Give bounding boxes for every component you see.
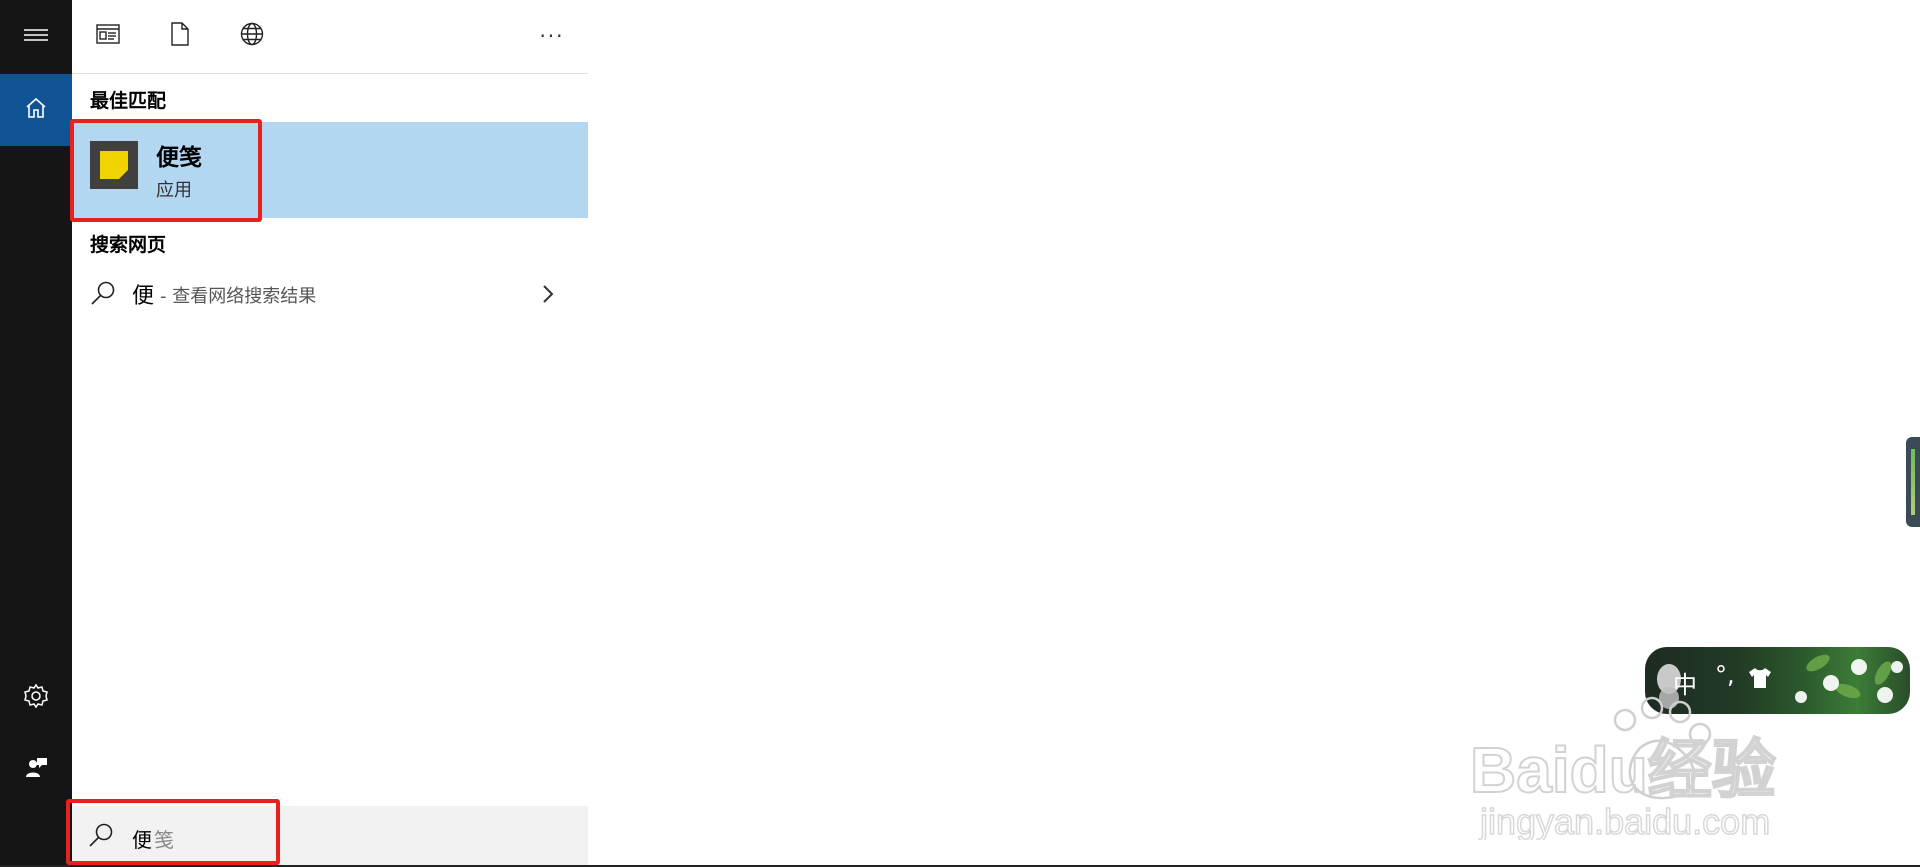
web-search-heading: 搜索网页 bbox=[90, 234, 167, 256]
menu-icon bbox=[24, 27, 48, 46]
feedback-icon bbox=[24, 756, 48, 784]
edge-handle[interactable] bbox=[1906, 437, 1920, 527]
chevron-right-icon bbox=[542, 284, 554, 308]
search-icon bbox=[90, 280, 116, 310]
web-query: 便 bbox=[132, 284, 155, 309]
web-icon bbox=[240, 22, 264, 50]
settings-icon bbox=[23, 683, 49, 713]
filter-documents[interactable] bbox=[160, 16, 200, 56]
feedback-button[interactable] bbox=[0, 734, 72, 806]
apps-icon bbox=[96, 24, 120, 48]
settings-button[interactable] bbox=[0, 662, 72, 734]
highlight-best-match bbox=[70, 119, 262, 222]
more-options-button[interactable]: ··· bbox=[532, 16, 572, 56]
ime-mode-toggle[interactable]: 中 bbox=[1673, 665, 1697, 700]
more-icon: ··· bbox=[539, 24, 565, 48]
ime-toolbar[interactable]: 中 °, bbox=[1645, 647, 1910, 714]
watermark-url: jingyan.baidu.com bbox=[1479, 801, 1770, 840]
web-search-result[interactable]: 便 - 查看网络搜索结果 bbox=[72, 272, 588, 314]
filter-web[interactable] bbox=[232, 16, 272, 56]
web-query-suffix: - 查看网络搜索结果 bbox=[160, 286, 317, 307]
filter-apps[interactable] bbox=[88, 16, 128, 56]
menu-button[interactable] bbox=[0, 0, 72, 72]
home-button[interactable] bbox=[0, 74, 72, 146]
best-match-heading: 最佳匹配 bbox=[90, 90, 167, 112]
highlight-search-box bbox=[66, 799, 280, 865]
home-icon bbox=[24, 96, 48, 124]
documents-icon bbox=[170, 22, 190, 50]
ime-punctuation-toggle[interactable]: °, bbox=[1715, 661, 1735, 689]
filter-bar: ··· bbox=[72, 0, 588, 74]
left-rail bbox=[0, 0, 72, 867]
watermark-brand: Baidu经验 bbox=[1470, 734, 1776, 806]
ime-skin-icon[interactable] bbox=[1747, 667, 1773, 693]
